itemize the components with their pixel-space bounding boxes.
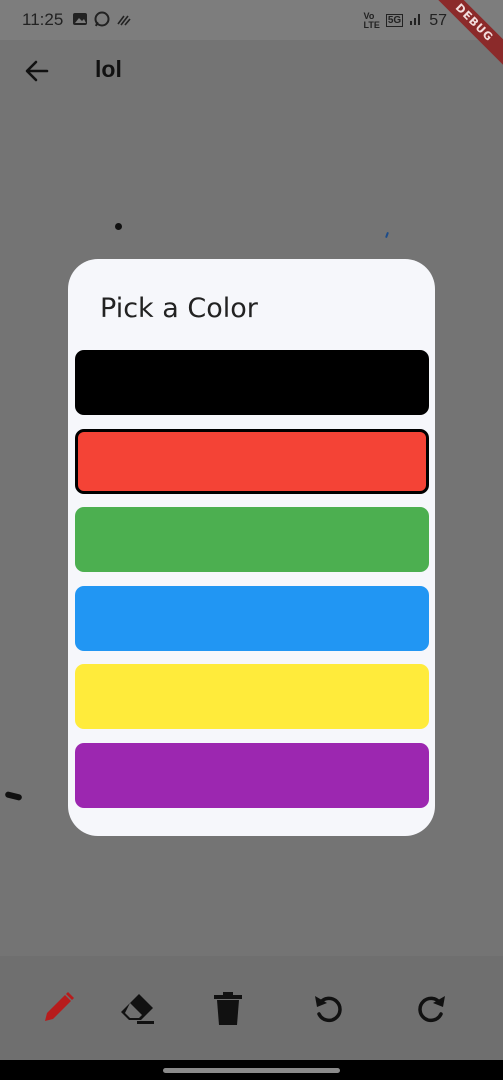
color-swatch-green[interactable] (75, 507, 429, 572)
drawing-dot (115, 223, 122, 230)
page-title: lol (95, 56, 122, 82)
drawing-toolbar (0, 956, 503, 1060)
dialog-title: Pick a Color (100, 293, 258, 324)
redo-button[interactable] (411, 988, 451, 1028)
color-swatch-purple[interactable] (75, 743, 429, 808)
color-swatch-blue[interactable] (75, 586, 429, 651)
redo-icon (418, 996, 445, 1023)
back-button[interactable] (20, 54, 54, 88)
status-time: 11:25 (22, 10, 64, 29)
system-navigation-bar (0, 1060, 503, 1080)
undo-button[interactable] (309, 988, 349, 1028)
app-bar: lol (0, 40, 503, 104)
system-icons: Vo LTE 5G 57 (364, 11, 447, 30)
color-swatch-black[interactable] (75, 350, 429, 415)
drawing-stroke (4, 791, 23, 801)
color-picker-dialog: Pick a Color (68, 259, 435, 836)
notification-icons (72, 11, 132, 27)
delete-button[interactable] (208, 988, 248, 1028)
whatsapp-icon (94, 11, 110, 27)
drawing-stroke (385, 231, 389, 239)
pencil-icon (45, 992, 74, 1021)
eraser-icon (121, 994, 154, 1024)
home-indicator[interactable] (163, 1068, 340, 1073)
image-icon (72, 11, 88, 27)
arrow-left-icon (25, 60, 49, 82)
eraser-button[interactable] (117, 988, 157, 1028)
signal-icon (409, 11, 423, 30)
trash-icon (214, 992, 242, 1025)
color-swatch-red[interactable] (75, 429, 429, 494)
pencil-button[interactable] (38, 988, 78, 1028)
undo-icon (315, 996, 342, 1023)
status-bar: 11:25 Vo LTE 5G 57 DEBUG (0, 0, 503, 69)
battery-percentage: 57 (429, 11, 447, 29)
color-swatch-yellow[interactable] (75, 664, 429, 729)
network-badge: 5G (385, 14, 404, 27)
activity-icon (116, 11, 132, 27)
volte-icon: Vo LTE (363, 10, 380, 30)
